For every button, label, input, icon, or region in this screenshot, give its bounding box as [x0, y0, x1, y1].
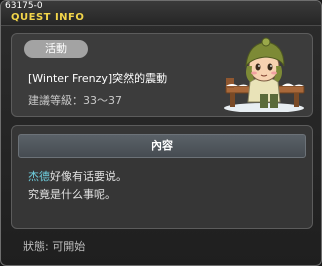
category-badge: 活動 [24, 40, 88, 58]
window-titlebar[interactable]: 63175-0 QUEST INFO [1, 1, 321, 26]
npc-name-link[interactable]: 杰德 [28, 170, 50, 183]
quest-status: 狀態: 可開始 [23, 240, 86, 253]
quest-content-panel: 內容 杰德好像有话要说。 究竟是什么事呢。 [11, 125, 313, 229]
quest-code: 63175-0 [5, 1, 43, 11]
quest-dialogue: 杰德好像有话要说。 究竟是什么事呢。 [28, 168, 127, 204]
quest-info-window: 63175-0 QUEST INFO 活動 [Winter Frenzy]突然的… [0, 0, 322, 266]
window-title: QUEST INFO [11, 12, 85, 23]
recommended-level: 建議等級：33～37 [28, 94, 122, 107]
dialogue-line-1: 杰德好像有话要说。 [28, 168, 127, 186]
content-header: 內容 [18, 134, 306, 158]
dialogue-line-2: 究竟是什么事呢。 [28, 188, 116, 201]
quest-name: [Winter Frenzy]突然的震動 [28, 72, 168, 85]
npc-portrait-icon [224, 37, 305, 112]
dialogue-line-1-text: 好像有话要说。 [50, 170, 127, 183]
quest-summary-panel: 活動 [Winter Frenzy]突然的震動 建議等級：33～37 [11, 33, 313, 117]
